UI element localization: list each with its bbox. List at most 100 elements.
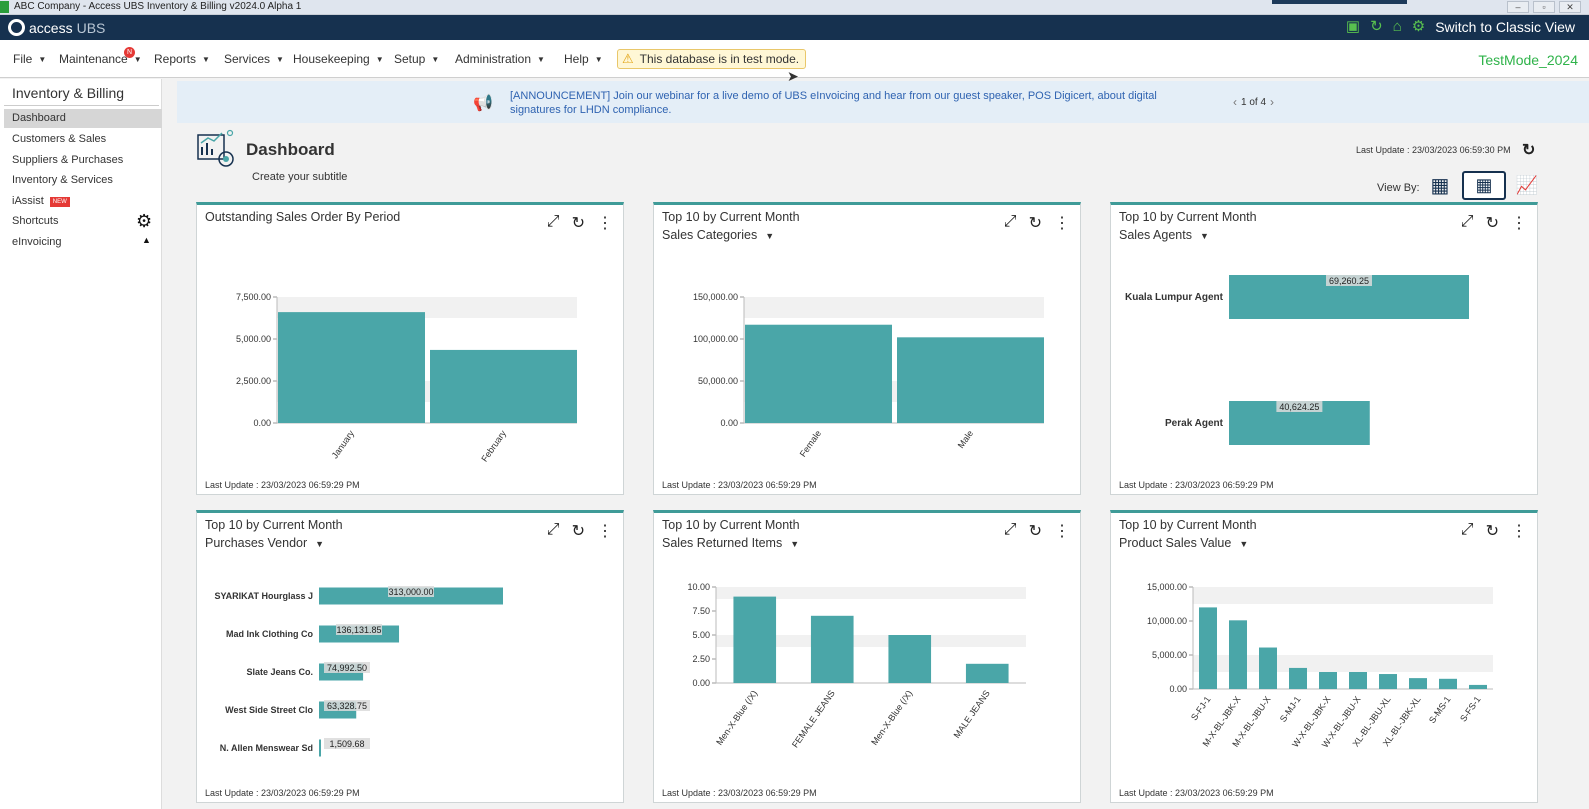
y-tick-label: 2.50 — [692, 654, 710, 664]
page-subtitle[interactable]: Create your subtitle — [252, 171, 347, 183]
sidebar-item-customers-sales[interactable]: Customers & Sales — [0, 130, 162, 149]
y-tick-label: 100,000.00 — [693, 334, 738, 344]
x-tick-label: S-MS-1 — [1427, 694, 1453, 725]
dashboard-last-update: Last Update : 23/03/2023 06:59:30 PM — [1356, 145, 1511, 155]
panel-subtitle-text: Purchases Vendor — [205, 536, 308, 550]
dashboard-icon — [197, 129, 234, 167]
chart-bar — [1319, 672, 1337, 689]
collapse-triangle-icon[interactable]: ▲ — [142, 235, 151, 245]
close-button[interactable]: ✕ — [1559, 1, 1581, 13]
menu-help[interactable]: Help ▼ — [564, 52, 603, 66]
y-tick-label: 5,000.00 — [1152, 650, 1187, 660]
refresh-icon[interactable]: ↻ — [1486, 521, 1499, 541]
refresh-icon[interactable]: ↻ — [572, 521, 585, 541]
refresh-icon[interactable]: ↻ — [572, 213, 585, 233]
panel-sales-agents: Top 10 by Current Month Sales Agents ▼ ⤢ ↻… — [1110, 202, 1538, 495]
more-vertical-icon[interactable]: ⋮ — [1511, 521, 1527, 541]
panel-last-update: Last Update : 23/03/2023 06:59:29 PM — [1119, 788, 1274, 798]
more-vertical-icon[interactable]: ⋮ — [597, 213, 613, 233]
x-tick-label: Men-X-Blue (/X) — [869, 688, 914, 747]
restore-button[interactable]: ▫ — [1533, 1, 1555, 13]
sidebar-item-iassist[interactable]: iAssist NEW — [0, 192, 162, 211]
minimize-button[interactable]: – — [1507, 1, 1529, 13]
sidebar-item-label: Customers & Sales — [12, 133, 107, 145]
refresh-icon[interactable]: ↻ — [1486, 213, 1499, 233]
grid-3x3-view-icon[interactable]: ▦ — [1462, 171, 1506, 200]
panel-title: Top 10 by Current Month — [662, 518, 800, 532]
y-tick-label: 7,500.00 — [236, 292, 271, 302]
expand-icon[interactable]: ⤢ — [547, 213, 560, 233]
expand-icon[interactable]: ⤢ — [1004, 521, 1017, 541]
more-vertical-icon[interactable]: ⋮ — [1054, 521, 1070, 541]
save-icon[interactable]: ▣ — [1346, 18, 1360, 36]
switch-classic-view-button[interactable]: Switch to Classic View — [1435, 19, 1575, 35]
y-tick-label: 150,000.00 — [693, 292, 738, 302]
x-tick-label: S-FS-1 — [1458, 694, 1483, 723]
chevron-down-icon: ▼ — [133, 55, 142, 64]
sidebar-item-einvoicing[interactable]: eInvoicing — [0, 233, 162, 252]
panel-subtitle-dropdown[interactable]: Sales Agents ▼ — [1119, 228, 1209, 242]
chevron-right-icon[interactable]: › — [1270, 95, 1274, 109]
settings-gear-icon[interactable]: ⚙ — [1412, 18, 1425, 36]
page-title: Dashboard — [246, 140, 335, 159]
expand-icon[interactable]: ⤢ — [1461, 213, 1474, 233]
panel-subtitle-dropdown[interactable]: Sales Categories ▼ — [662, 228, 774, 242]
y-category-label: N. Allen Menswear Sd — [220, 743, 313, 753]
grid-2x2-view-icon[interactable]: ▦ — [1425, 171, 1455, 200]
announcement-text[interactable]: [ANNOUNCEMENT] Join our webinar for a li… — [510, 89, 1210, 117]
y-category-label: West Side Street Clo — [225, 705, 313, 715]
chevron-left-icon[interactable]: ‹ — [1233, 95, 1237, 109]
sidebar-item-inventory-services[interactable]: Inventory & Services — [0, 171, 162, 190]
panel-subtitle-dropdown[interactable]: Sales Returned Items ▼ — [662, 536, 799, 550]
menu-administration[interactable]: Administration ▼ — [455, 52, 545, 66]
more-vertical-icon[interactable]: ⋮ — [1511, 213, 1527, 233]
panel-title: Top 10 by Current Month — [1119, 518, 1257, 532]
chevron-down-icon: ▼ — [276, 55, 284, 64]
dashboard-refresh-icon[interactable]: ↻ — [1522, 140, 1535, 160]
warning-icon: ⚠ — [622, 51, 634, 66]
expand-icon[interactable]: ⤢ — [1461, 521, 1474, 541]
sidebar: Inventory & Billing Dashboard Customers … — [0, 79, 162, 809]
panel-sales-categories: Top 10 by Current Month Sales Categories… — [653, 202, 1081, 495]
y-category-label: Slate Jeans Co. — [246, 667, 313, 677]
data-label: 40,624.25 — [1279, 402, 1319, 412]
chart-add-view-icon[interactable]: 📈 — [1511, 171, 1543, 200]
expand-icon[interactable]: ⤢ — [547, 521, 560, 541]
panel-subtitle-dropdown[interactable]: Purchases Vendor ▼ — [205, 536, 324, 550]
menu-file[interactable]: File ▼ — [13, 52, 46, 66]
chart-bar — [1379, 674, 1397, 689]
chevron-down-icon: ▼ — [375, 55, 384, 64]
shortcuts-gear-icon[interactable]: ⚙ — [136, 211, 152, 232]
menu-services[interactable]: Services ▼ — [224, 52, 284, 66]
home-icon[interactable]: ⌂ — [1393, 18, 1402, 36]
sidebar-item-dashboard[interactable]: Dashboard — [4, 109, 162, 128]
menu-maintenance[interactable]: Maintenance ▼ N — [59, 47, 142, 66]
expand-icon[interactable]: ⤢ — [1004, 213, 1017, 233]
x-tick-label: Male — [956, 428, 975, 450]
x-tick-label: FEMALE JEANS — [790, 688, 837, 749]
chart-bar — [888, 635, 932, 683]
refresh-icon[interactable]: ↻ — [1370, 18, 1383, 36]
refresh-icon[interactable]: ↻ — [1029, 521, 1042, 541]
caret-down-icon: ▼ — [1199, 231, 1209, 241]
y-tick-label: 50,000.00 — [698, 376, 738, 386]
y-tick-label: 10,000.00 — [1147, 616, 1187, 626]
menu-housekeeping[interactable]: Housekeeping ▼ — [293, 52, 384, 66]
menu-reports[interactable]: Reports ▼ — [154, 52, 210, 66]
sidebar-item-label: eInvoicing — [12, 236, 62, 248]
y-tick-label: 5.00 — [692, 630, 710, 640]
new-badge: NEW — [49, 197, 70, 207]
more-vertical-icon[interactable]: ⋮ — [597, 521, 613, 541]
panel-subtitle-dropdown[interactable]: Product Sales Value ▼ — [1119, 536, 1248, 550]
refresh-icon[interactable]: ↻ — [1029, 213, 1042, 233]
menu-setup[interactable]: Setup ▼ — [394, 52, 439, 66]
more-vertical-icon[interactable]: ⋮ — [1054, 213, 1070, 233]
test-mode-notice: ⚠ This database is in test mode. — [617, 49, 807, 69]
data-label: 136,131.85 — [336, 625, 381, 635]
chart-bar — [897, 337, 1044, 423]
chart-bar — [745, 324, 892, 423]
sidebar-item-suppliers-purchases[interactable]: Suppliers & Purchases — [0, 151, 162, 170]
x-tick-label: MALE JEANS — [952, 688, 992, 740]
y-tick-label: 0.00 — [1169, 684, 1187, 694]
chevron-down-icon: ▼ — [594, 55, 603, 64]
